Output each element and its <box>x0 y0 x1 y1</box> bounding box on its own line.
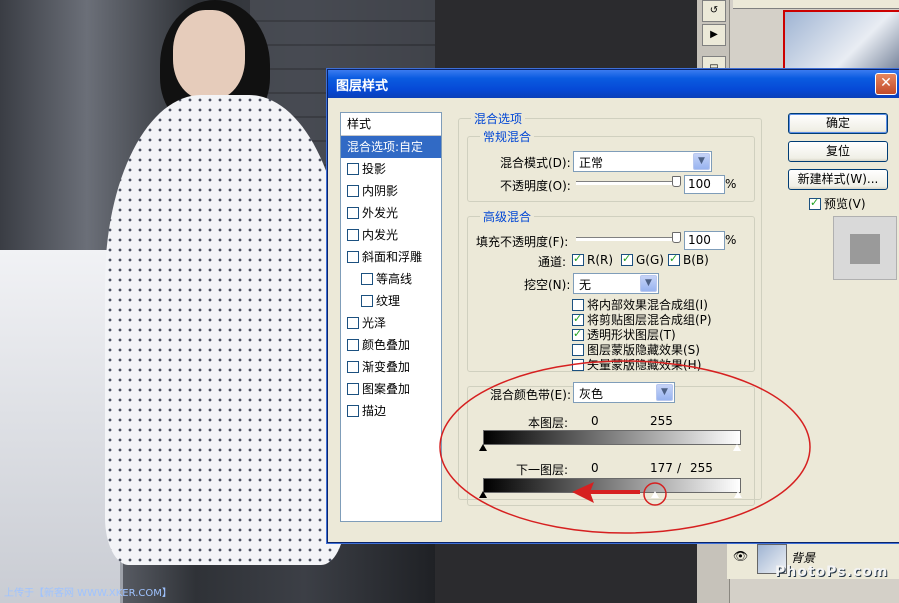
annotation-small-circle <box>643 482 667 506</box>
annotation-overlay <box>439 360 811 534</box>
annotation-ellipse <box>439 360 811 534</box>
